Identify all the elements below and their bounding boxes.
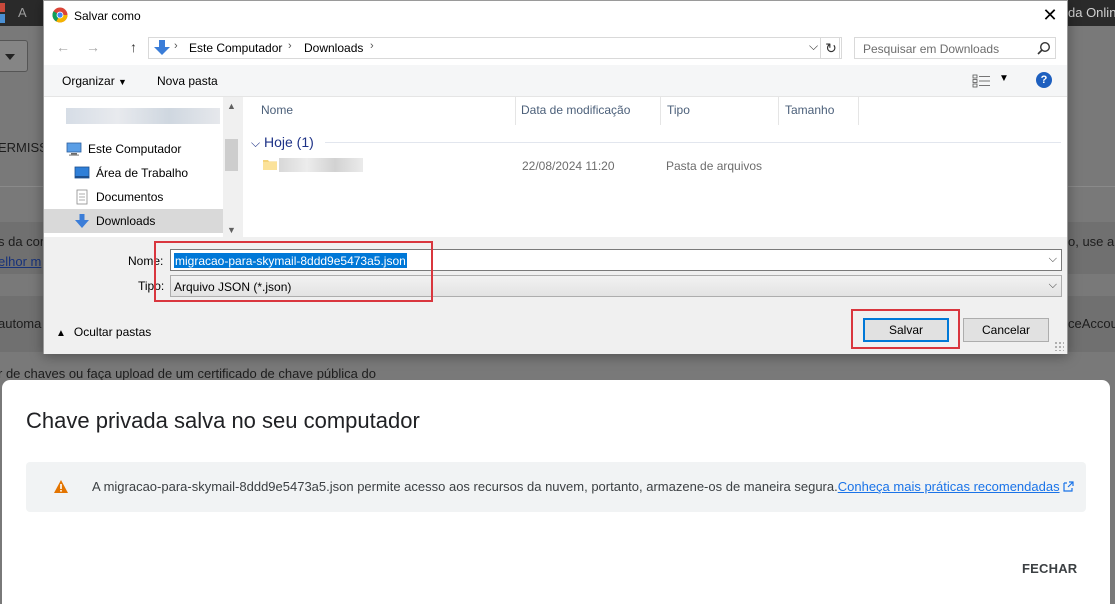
scroll-down-icon[interactable]: ▼ xyxy=(227,225,236,235)
background-line3-right: ceAccou xyxy=(1068,316,1115,331)
sidebar-item-label: Downloads xyxy=(96,214,156,228)
resize-grip[interactable] xyxy=(1054,341,1064,351)
windows-logo-icon xyxy=(0,3,5,12)
sidebar-item-documentos[interactable]: Documentos xyxy=(44,185,223,209)
navigation-pane: Este Computador Área de Trabalho Documen… xyxy=(44,97,240,237)
view-dropdown-icon[interactable]: ▼ xyxy=(999,73,1009,84)
documents-icon xyxy=(76,189,88,205)
view-options-icon[interactable] xyxy=(972,74,992,88)
up-arrow-icon[interactable]: ↑ xyxy=(130,39,137,55)
column-header-label: Data de modificação xyxy=(521,103,631,117)
organize-menu[interactable]: Organizar ▼ xyxy=(62,74,127,88)
name-dropdown-icon[interactable]: ⌵ xyxy=(1049,253,1057,266)
file-list: Nome Data de modificação Tipo Tamanho ⌵ … xyxy=(243,97,1067,237)
close-button[interactable]: FECHAR xyxy=(1022,561,1077,576)
column-header-label: Tipo xyxy=(667,103,690,117)
chevron-up-icon: ▲ xyxy=(56,328,66,339)
folder-icon xyxy=(263,160,277,170)
sidebar-item-downloads[interactable]: Downloads xyxy=(44,209,223,233)
search-placeholder: Pesquisar em Downloads xyxy=(863,42,1000,56)
hide-folders-label: Ocultar pastas xyxy=(73,325,152,339)
group-header-today[interactable]: ⌵ Hoje (1) xyxy=(251,134,314,151)
sidebar-scrollbar[interactable]: ▲ ▼ xyxy=(223,97,240,237)
breadcrumb-este-computador[interactable]: Este Computador xyxy=(189,41,282,55)
group-chevron-icon: ⌵ xyxy=(251,136,261,150)
column-header-label: Tamanho xyxy=(785,103,835,117)
type-label: Tipo: xyxy=(138,279,165,293)
sidebar-item-label: Este Computador xyxy=(88,142,182,156)
dialog-title: Salvar como xyxy=(74,9,141,23)
file-type-select[interactable]: Arquivo JSON (*.json) ⌵ xyxy=(170,275,1062,297)
row-date: 22/08/2024 11:20 xyxy=(522,159,615,173)
cancel-button[interactable]: Cancelar xyxy=(963,318,1049,342)
modal-title: Chave privada salva no seu computador xyxy=(26,408,420,433)
dialog-close-button[interactable]: ✕ xyxy=(1039,4,1061,26)
column-header-type[interactable]: Tipo xyxy=(661,97,779,125)
file-name-input[interactable]: migracao-para-skymail-8ddd9e5473a5.json … xyxy=(170,249,1062,271)
navigation-bar: ← → ↑ › Este Computador › Downloads › ⌵ … xyxy=(44,31,1067,65)
best-practices-link[interactable]: Conheça mais práticas recomendadas xyxy=(838,479,1060,494)
downloads-icon xyxy=(75,214,89,228)
background-line4: r de chaves ou faça upload de um certifi… xyxy=(0,366,376,381)
sidebar-item-label: Documentos xyxy=(96,190,164,204)
scroll-up-icon[interactable]: ▲ xyxy=(227,101,236,111)
dialog-titlebar: Salvar como ✕ xyxy=(44,1,1067,31)
column-header-size[interactable]: Tamanho xyxy=(779,97,859,125)
sidebar-item-label: Área de Trabalho xyxy=(96,166,189,180)
warning-text: A migracao-para-skymail-8ddd9e5473a5.jso… xyxy=(92,479,838,494)
warning-info-box: A migracao-para-skymail-8ddd9e5473a5.jso… xyxy=(26,462,1086,512)
chrome-icon xyxy=(52,7,68,23)
computer-icon xyxy=(66,142,82,156)
background-line3-left: automa xyxy=(0,316,42,331)
background-link: elhor m xyxy=(0,254,42,269)
warning-text-line: A migracao-para-skymail-8ddd9e5473a5.jso… xyxy=(92,479,1074,494)
row-type: Pasta de arquivos xyxy=(666,159,763,173)
sidebar-item-este-computador[interactable]: Este Computador xyxy=(44,137,223,161)
help-icon[interactable]: ? xyxy=(1036,72,1052,88)
organize-dropdown-icon: ▼ xyxy=(118,77,127,87)
back-arrow-icon[interactable]: ← xyxy=(56,39,70,55)
blurred-file-name xyxy=(279,158,363,172)
dialog-bottom-panel: Nome: migracao-para-skymail-8ddd9e5473a5… xyxy=(44,237,1067,354)
breadcrumb-separator: › xyxy=(370,40,374,52)
background-dropdown-button xyxy=(0,40,28,72)
dialog-toolbar: Organizar ▼ Nova pasta ▼ ? xyxy=(44,65,1067,97)
address-dropdown-icon[interactable]: ⌵ xyxy=(809,39,818,54)
background-topbar-right-text: da Online xyxy=(1068,5,1115,20)
column-header-label: Nome xyxy=(261,103,294,117)
sidebar-item-area-de-trabalho[interactable]: Área de Trabalho xyxy=(44,161,223,185)
key-saved-modal: Chave privada salva no seu computador A … xyxy=(2,380,1110,604)
breadcrumb-separator: › xyxy=(288,40,292,52)
search-icon xyxy=(1037,41,1051,55)
blurred-nav-item[interactable] xyxy=(66,108,220,124)
file-type-value: Arquivo JSON (*.json) xyxy=(174,280,292,294)
name-label: Nome: xyxy=(128,254,164,268)
background-section-text: ERMISS xyxy=(0,140,48,155)
save-as-dialog: Salvar como ✕ ← → ↑ › Este Computador › … xyxy=(43,0,1068,354)
column-header-date[interactable]: Data de modificação xyxy=(516,97,661,125)
address-bar[interactable]: › Este Computador › Downloads › ⌵ xyxy=(148,37,840,59)
forward-arrow-icon[interactable]: → xyxy=(86,39,100,55)
downloads-folder-icon xyxy=(154,40,170,55)
warning-icon xyxy=(54,480,68,493)
new-folder-button[interactable]: Nova pasta xyxy=(157,74,218,88)
external-link-icon[interactable] xyxy=(1062,481,1074,492)
breadcrumb-separator: › xyxy=(174,40,178,52)
organize-label: Organizar xyxy=(62,74,115,88)
table-row[interactable]: 22/08/2024 11:20 Pasta de arquivos xyxy=(243,153,1067,177)
column-header-name[interactable]: Nome xyxy=(243,97,516,125)
file-name-value: migracao-para-skymail-8ddd9e5473a5.json xyxy=(174,253,407,268)
scrollbar-thumb[interactable] xyxy=(225,139,238,171)
background-topbar-text: A xyxy=(18,5,27,20)
group-divider xyxy=(325,142,1061,143)
refresh-icon[interactable]: ↻ xyxy=(820,37,842,59)
save-button[interactable]: Salvar xyxy=(863,318,949,342)
background-line1-right: o, use a xyxy=(1068,234,1115,249)
hide-folders-toggle[interactable]: ▲ Ocultar pastas xyxy=(56,325,151,339)
search-input[interactable]: Pesquisar em Downloads xyxy=(854,37,1056,59)
breadcrumb-downloads[interactable]: Downloads xyxy=(304,41,363,55)
group-label: Hoje (1) xyxy=(264,134,314,150)
type-dropdown-icon[interactable]: ⌵ xyxy=(1049,279,1057,292)
desktop-icon xyxy=(74,166,90,179)
